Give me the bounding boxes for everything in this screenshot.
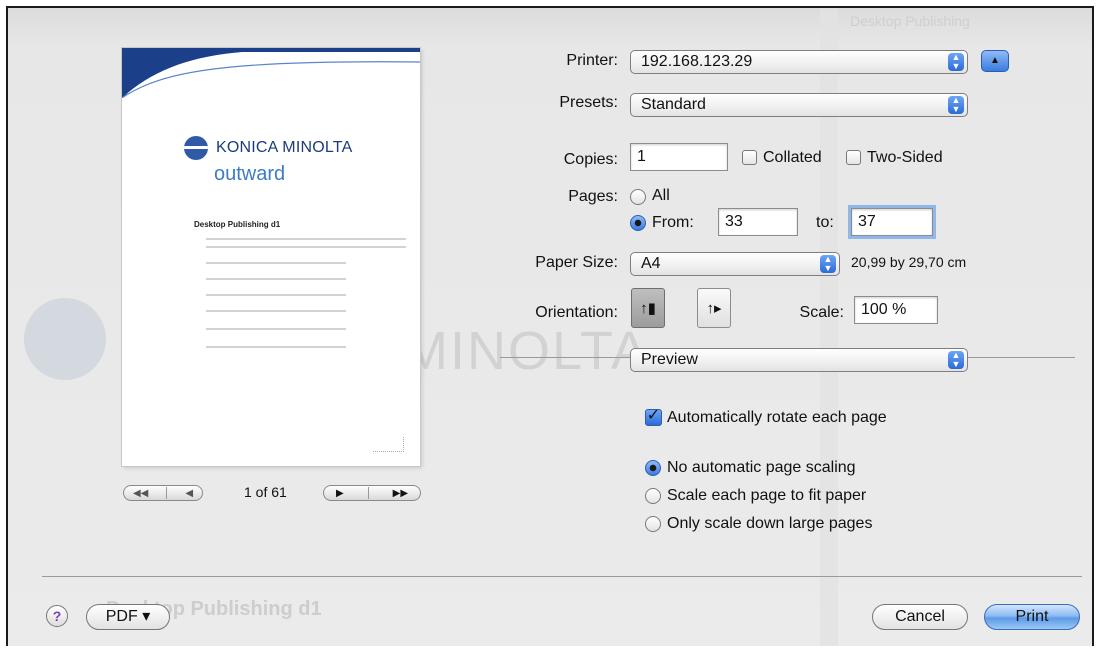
pages-from-radio[interactable]	[630, 215, 646, 231]
print-button[interactable]: Print	[984, 604, 1080, 630]
portrait-icon: ↑▮	[640, 300, 656, 317]
paper-size-label: Paper Size:	[535, 254, 618, 271]
landscape-icon: ↑▸	[706, 300, 722, 317]
orientation-label: Orientation:	[535, 304, 618, 321]
previous-page-icon[interactable]: ◀	[185, 488, 193, 499]
printer-label: Printer:	[566, 52, 618, 69]
background-sidebar-item: Desktop Publishing	[850, 13, 970, 29]
updown-arrows-icon: ▲ ▼	[948, 53, 964, 71]
preview-forward-buttons[interactable]: ▶ ▶▶	[323, 485, 421, 501]
printer-value: 192.168.123.29	[641, 53, 753, 70]
preview-text-line	[206, 294, 346, 296]
preview-brand-text: KONICA MINOLTA	[216, 139, 353, 156]
preview-text-line	[206, 246, 406, 248]
collated-label: Collated	[763, 149, 822, 166]
page-counter: 1 of 61	[244, 484, 287, 500]
header-swoosh-graphic	[122, 48, 420, 98]
two-sided-label: Two-Sided	[867, 149, 943, 166]
pages-from-label: From:	[652, 214, 694, 231]
pages-label: Pages:	[568, 188, 618, 205]
landscape-orientation-button[interactable]: ↑▸	[697, 288, 731, 328]
scale-input[interactable]: 100 %	[854, 296, 938, 324]
presets-select[interactable]: Standard ▲ ▼	[630, 93, 968, 117]
last-page-icon[interactable]: ▶▶	[393, 488, 408, 499]
disclosure-up-icon: ▲	[990, 55, 1000, 66]
background-logo-icon	[24, 298, 106, 380]
cancel-button[interactable]: Cancel	[872, 604, 968, 630]
printer-select[interactable]: 192.168.123.29 ▲ ▼	[630, 50, 968, 74]
two-sided-checkbox[interactable]	[846, 150, 861, 165]
no-scaling-radio[interactable]	[645, 460, 661, 476]
preview-text-line	[206, 278, 346, 280]
section-menu-value: Preview	[641, 351, 698, 368]
copies-label: Copies:	[563, 151, 618, 168]
auto-rotate-label: Automatically rotate each page	[667, 409, 887, 426]
checkmark-icon: ✓	[646, 407, 661, 424]
pdf-menu-button[interactable]: PDF ▾	[86, 604, 170, 630]
paper-size-select[interactable]: A4 ▲ ▼	[630, 252, 840, 276]
printer-details-toggle-button[interactable]: ▲	[981, 50, 1009, 72]
scale-label: Scale:	[799, 304, 844, 321]
preview-text-line	[206, 310, 346, 312]
pages-to-input[interactable]: 37	[848, 205, 936, 239]
scale-to-fit-label: Scale each page to fit paper	[667, 487, 867, 504]
konica-minolta-logo: KONICA MINOLTA	[184, 136, 352, 160]
pages-from-input[interactable]: 33	[718, 208, 798, 236]
konica-minolta-logo-icon	[184, 136, 208, 160]
help-button[interactable]: ?	[46, 605, 68, 627]
preview-doc-title: Desktop Publishing d1	[194, 220, 281, 229]
print-dialog: Desktop Publishing MINOLTA Desktop Publi…	[6, 6, 1094, 646]
pages-all-label: All	[652, 187, 670, 204]
preview-text-line	[206, 328, 346, 330]
preview-text-line	[206, 238, 406, 240]
collated-checkbox[interactable]	[742, 150, 757, 165]
section-menu-select[interactable]: Preview ▲ ▼	[630, 348, 968, 372]
preview-page-corner	[373, 437, 404, 452]
preview-back-buttons[interactable]: ◀◀ ◀	[123, 485, 203, 501]
preview-text-line	[206, 262, 346, 264]
paper-size-value: A4	[641, 255, 661, 272]
pages-to-label: to:	[816, 214, 834, 231]
scale-down-label: Only scale down large pages	[667, 515, 873, 532]
auto-rotate-checkbox[interactable]: ✓	[645, 407, 662, 426]
pages-all-radio[interactable]	[630, 189, 646, 205]
portrait-orientation-button[interactable]: ↑▮	[631, 288, 665, 328]
updown-arrows-icon: ▲ ▼	[820, 255, 836, 273]
preview-text-line	[206, 346, 346, 348]
no-scaling-label: No automatic page scaling	[667, 459, 856, 476]
scale-to-fit-radio[interactable]	[645, 488, 661, 504]
preview-subbrand: outward	[214, 163, 286, 185]
presets-value: Standard	[641, 96, 706, 113]
background-brand: MINOLTA	[403, 321, 650, 381]
copies-input[interactable]: 1	[630, 143, 728, 171]
paper-dimensions: 20,99 by 29,70 cm	[851, 254, 967, 270]
presets-label: Presets:	[559, 94, 618, 111]
updown-arrows-icon: ▲ ▼	[948, 351, 964, 369]
background-sidebar: Desktop Publishing	[850, 8, 1092, 34]
page-preview: KONICA MINOLTA outward Desktop Publishin…	[122, 48, 420, 466]
scale-down-radio[interactable]	[645, 516, 661, 532]
question-mark-icon: ?	[52, 608, 62, 624]
first-page-icon[interactable]: ◀◀	[133, 488, 148, 499]
footer-divider	[42, 576, 1082, 577]
updown-arrows-icon: ▲ ▼	[948, 96, 964, 114]
next-page-icon[interactable]: ▶	[336, 488, 344, 499]
